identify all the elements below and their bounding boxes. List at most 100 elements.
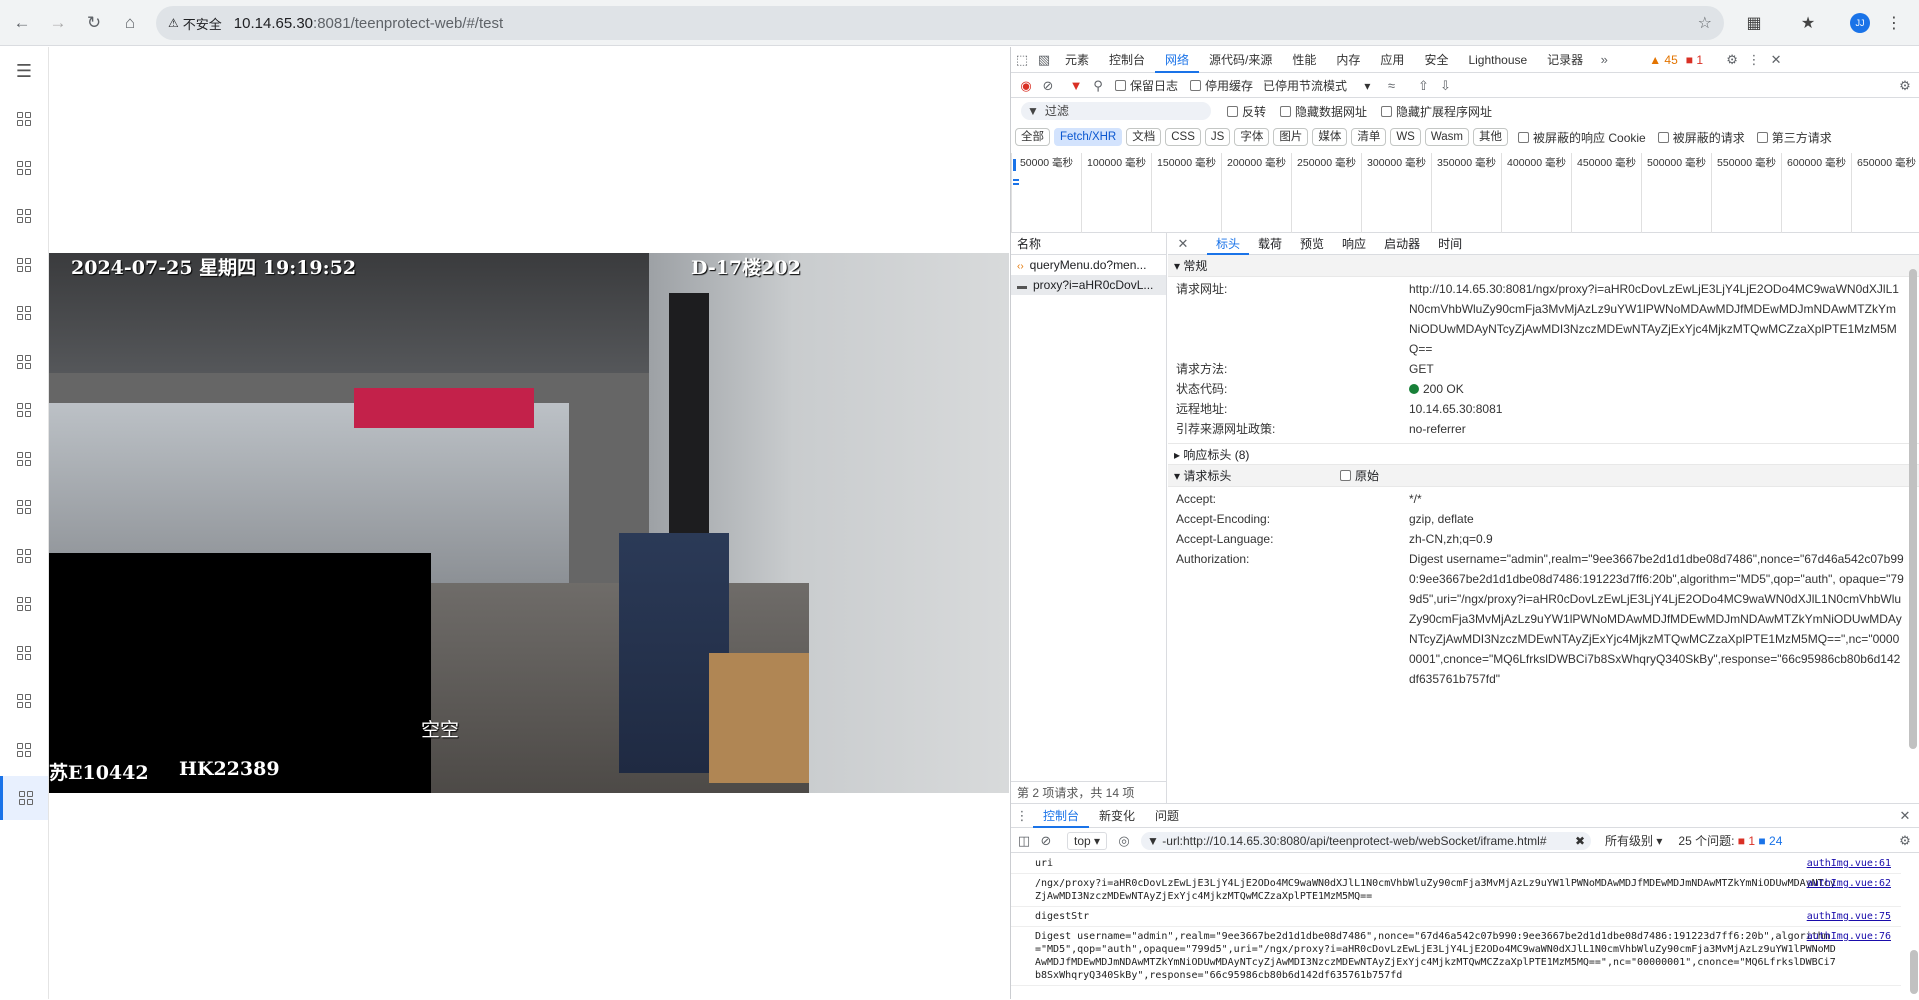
close-devtools-icon[interactable]: ✕ [1765,49,1787,71]
sidebar-menu-item[interactable] [0,631,48,675]
sidebar-menu-item[interactable] [0,776,48,820]
avatar[interactable]: JJ [1850,13,1870,33]
console-source-link[interactable]: authImg.vue:61 [1807,857,1891,870]
detail-tab[interactable]: 响应 [1333,233,1375,255]
inspect-icon[interactable]: ⬚ [1011,49,1033,71]
close-detail-icon[interactable]: ✕ [1172,233,1194,255]
log-levels-select[interactable]: 所有级别 ▾ [1605,832,1662,849]
hamburger-icon[interactable]: ☰ [0,49,48,93]
sidebar-menu-item[interactable] [0,291,48,335]
detail-scrollbar[interactable] [1909,269,1917,749]
type-filter-chip[interactable]: JS [1204,128,1231,146]
record-icon[interactable]: ◉ [1015,75,1037,97]
devtools-tab[interactable]: 网络 [1155,47,1200,73]
clear-filter-icon[interactable]: ✖ [1575,832,1585,850]
search-icon[interactable]: ⚲ [1087,75,1109,97]
console-scrollbar[interactable] [1910,950,1918,994]
devtools-tab[interactable]: 应用 [1370,47,1414,73]
live-expression-eye-icon[interactable]: ◎ [1113,830,1135,852]
preserve-log-checkbox[interactable]: 保留日志 [1115,77,1178,94]
general-section-header[interactable]: ▾ 常规 [1168,255,1919,277]
devtools-tab[interactable]: 控制台 [1099,47,1155,73]
context-select[interactable]: top ▾ [1067,831,1108,850]
type-filter-chip[interactable]: 字体 [1234,128,1270,146]
devtools-tab[interactable]: Lighthouse [1458,47,1537,73]
blocked-cookies-checkbox[interactable]: 被屏蔽的响应 Cookie [1518,129,1646,146]
clear-console-icon[interactable]: ⊘ [1035,830,1057,852]
console-source-link[interactable]: authImg.vue:62 [1807,877,1891,890]
clear-icon[interactable]: ⊘ [1037,75,1059,97]
sidebar-menu-item[interactable] [0,534,48,578]
network-conditions-icon[interactable]: ≈ [1380,75,1402,97]
type-filter-chip[interactable]: 其他 [1473,128,1509,146]
request-headers-section-header[interactable]: ▾ 请求标头 原始 [1168,465,1919,487]
sidebar-menu-item[interactable] [0,582,48,626]
home-icon[interactable]: ⌂ [116,9,144,37]
disable-cache-checkbox[interactable]: 停用缓存 [1190,77,1253,94]
devtools-tab[interactable]: 安全 [1414,47,1458,73]
type-filter-chip[interactable]: 文档 [1126,128,1162,146]
type-filter-chip[interactable]: 清单 [1351,128,1387,146]
sidebar-menu-item[interactable] [0,437,48,481]
sidebar-menu-item[interactable] [0,728,48,772]
sidebar-menu-item[interactable] [0,340,48,384]
forward-icon[interactable]: → [44,9,72,37]
import-har-icon[interactable]: ⇧ [1412,75,1434,97]
request-row[interactable]: ▬ proxy?i=aHR0cDovL... [1011,275,1166,295]
type-filter-chip[interactable]: 媒体 [1312,128,1348,146]
devtools-menu-icon[interactable]: ⋮ [1743,49,1765,71]
detail-tab[interactable]: 预览 [1291,233,1333,255]
address-bar[interactable]: ⚠ 不安全 10.14.65.30:8081/teenprotect-web/#/… [156,6,1724,40]
more-tabs-icon[interactable]: » [1593,49,1615,71]
sidebar-menu-item[interactable] [0,194,48,238]
raw-checkbox[interactable]: 原始 [1340,465,1379,487]
back-icon[interactable]: ← [8,9,36,37]
drawer-menu-icon[interactable]: ⋮ [1011,805,1033,827]
network-settings-icon[interactable]: ⚙ [1894,75,1916,97]
warning-count[interactable]: ▲ 45 [1649,53,1678,67]
type-filter-chip[interactable]: 全部 [1015,128,1050,146]
reload-icon[interactable]: ↻ [80,9,108,37]
detail-tab[interactable]: 载荷 [1249,233,1291,255]
drawer-tab[interactable]: 问题 [1145,804,1189,828]
bookmarks-star-icon[interactable]: ★ [1794,9,1822,37]
console-filter-input[interactable]: ▼ -url:http://10.14.65.30:8080/api/teenp… [1141,831,1592,850]
sidebar-menu-item[interactable] [0,388,48,432]
sidebar-menu-item[interactable] [0,243,48,287]
devtools-tab[interactable]: 记录器 [1537,47,1593,73]
sidebar-toggle-icon[interactable]: ◫ [1013,830,1035,852]
security-indicator[interactable]: ⚠ 不安全 [168,14,222,33]
error-count[interactable]: ■ 1 [1686,53,1703,67]
invert-checkbox[interactable]: 反转 [1227,103,1266,120]
filter-funnel-icon[interactable]: ▼ [1065,75,1087,97]
name-header[interactable]: 名称 [1011,233,1166,255]
request-row[interactable]: ‹› queryMenu.do?men... [1011,255,1166,275]
sidebar-menu-item[interactable] [0,679,48,723]
blocked-requests-checkbox[interactable]: 被屏蔽的请求 [1657,129,1745,146]
console-settings-icon[interactable]: ⚙ [1894,830,1916,852]
sidebar-menu-item[interactable] [0,485,48,529]
url-text[interactable]: 10.14.65.30:8081/teenprotect-web/#/test [234,15,503,32]
response-headers-toggle[interactable]: ▸ 响应标头 (8) [1168,443,1919,465]
network-overview-timeline[interactable]: 50000 毫秒 100000 毫秒 150000 毫秒 200000 毫秒 25000… [1011,153,1919,233]
type-filter-chip[interactable]: 图片 [1273,128,1309,146]
devtools-tab[interactable]: 源代码/来源 [1199,47,1282,73]
console-source-link[interactable]: authImg.vue:75 [1807,910,1891,923]
hide-data-urls-checkbox[interactable]: 隐藏数据网址 [1280,103,1367,120]
hide-ext-urls-checkbox[interactable]: 隐藏扩展程序网址 [1381,103,1492,120]
type-filter-chip[interactable]: Wasm [1424,128,1470,146]
export-har-icon[interactable]: ⇩ [1434,75,1456,97]
extensions-icon[interactable]: ▦ [1740,9,1768,37]
devtools-tab[interactable]: 元素 [1055,47,1099,73]
type-filter-chip[interactable]: Fetch/XHR [1054,128,1123,146]
type-filter-chip[interactable]: WS [1390,128,1421,146]
type-filter-chip[interactable]: CSS [1165,128,1201,146]
sidebar-menu-item[interactable] [0,146,48,190]
bookmark-star-icon[interactable]: ☆ [1698,13,1712,33]
settings-gear-icon[interactable]: ⚙ [1721,49,1743,71]
console-source-link[interactable]: authImg.vue:76 [1807,930,1891,943]
device-toolbar-icon[interactable]: ▧ [1033,49,1055,71]
detail-tab[interactable]: 时间 [1429,233,1471,255]
detail-tab[interactable]: 启动器 [1375,233,1429,255]
detail-tab[interactable]: 标头 [1207,233,1250,255]
